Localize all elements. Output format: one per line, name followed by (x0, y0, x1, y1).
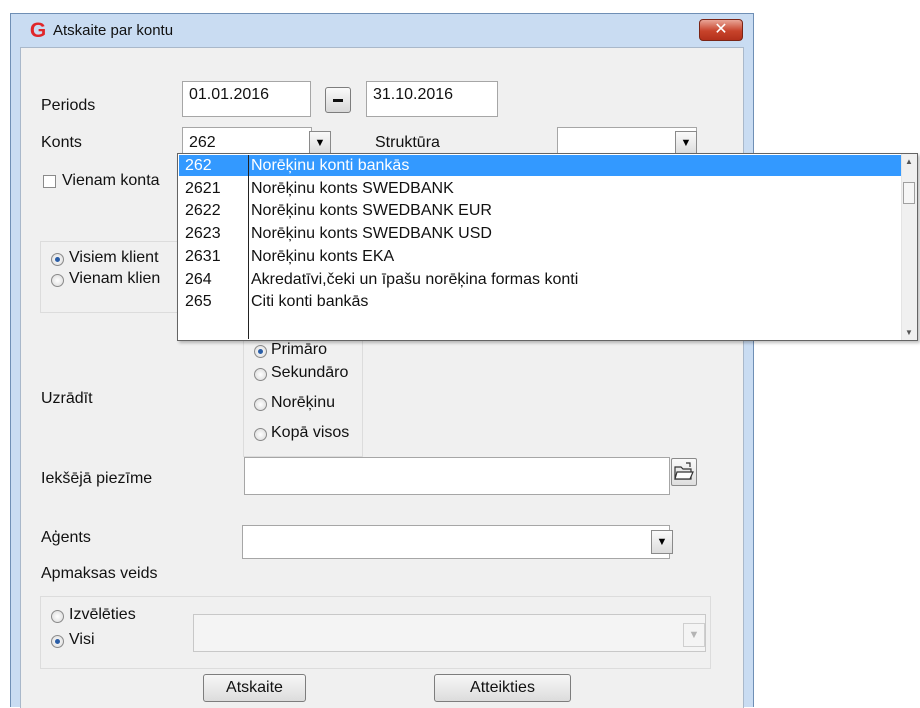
scroll-up-icon[interactable]: ▲ (905, 157, 913, 166)
all-payments-label: Visi (69, 631, 95, 648)
konts-dropdown-list[interactable]: 262 Norēķinu konti bankās 2621 Norēķinu kon… (177, 153, 918, 341)
account-name: Norēķinu konts SWEDBANK USD (251, 225, 492, 243)
account-name: Norēķinu konts SWEDBANK EUR (251, 202, 492, 220)
choose-payment-radio[interactable] (51, 610, 64, 623)
settlement-radio[interactable] (254, 398, 267, 411)
dash-icon (333, 99, 343, 102)
window-title: Atskaite par kontu (53, 22, 174, 39)
periods-label: Periods (41, 97, 96, 114)
account-name: Akredatīvi,čeki un īpašu norēķina formas… (251, 270, 579, 288)
vienam-kontam-checkbox[interactable] (43, 175, 56, 188)
scroll-thumb[interactable] (903, 182, 915, 204)
uzradit-label: Uzrādīt (41, 390, 93, 407)
title-bar[interactable]: G Atskaite par kontu ✕ (11, 14, 753, 46)
internal-note-label: Iekšējā piezīme (41, 470, 153, 487)
scroll-down-icon[interactable]: ▼ (905, 328, 913, 337)
account-code: 2623 (185, 225, 221, 243)
secondary-label: Sekundāro (271, 364, 349, 381)
account-code: 265 (185, 293, 212, 311)
account-code: 2631 (185, 247, 221, 265)
agent-label: Aģents (41, 529, 91, 546)
payment-type-dropdown-button[interactable]: ▼ (683, 623, 705, 647)
chevron-down-icon: ▼ (314, 137, 326, 149)
list-scrollbar[interactable]: ▲ ▼ (901, 154, 917, 340)
dropdown-list-item[interactable]: 2631 Norēķinu konts EKA (179, 246, 903, 267)
payment-type-label: Apmaksas veids (41, 565, 158, 582)
dropdown-list-item[interactable]: 262 Norēķinu konti bankās (179, 155, 903, 176)
column-separator (248, 155, 249, 339)
settlement-label: Norēķinu (271, 394, 336, 411)
all-clients-label: Visiem klient (69, 249, 159, 266)
browse-note-button[interactable] (671, 458, 697, 486)
date-range-button[interactable] (325, 87, 351, 113)
vienam-kontam-label: Vienam konta (62, 172, 160, 189)
close-button[interactable]: ✕ (699, 19, 743, 41)
report-dialog: G Atskaite par kontu ✕ Periods 01.01.201… (10, 13, 754, 708)
close-icon: ✕ (714, 21, 728, 38)
konts-dropdown-button[interactable]: ▼ (309, 131, 331, 155)
dropdown-list-item[interactable]: 265 Citi konti bankās (179, 291, 903, 312)
folder-open-icon (674, 462, 694, 480)
agent-select[interactable] (242, 525, 670, 559)
date-from-field[interactable]: 01.01.2016 (182, 81, 311, 117)
app-logo-icon: G (29, 19, 47, 42)
chevron-down-icon: ▼ (688, 629, 700, 641)
account-name: Norēķinu konti bankās (251, 157, 410, 174)
dropdown-list-item[interactable]: 264 Akredatīvi,čeki un īpašu norēķina for… (179, 269, 903, 290)
choose-payment-label: Izvēlēties (69, 606, 136, 623)
dropdown-list-item[interactable]: 2621 Norēķinu konts SWEDBANK (179, 178, 903, 199)
chevron-down-icon: ▼ (680, 137, 692, 149)
account-name: Citi konti bankās (251, 293, 369, 311)
internal-note-field[interactable] (244, 457, 670, 495)
chevron-down-icon: ▼ (656, 536, 668, 548)
date-to-field[interactable]: 31.10.2016 (366, 81, 498, 117)
total-radio[interactable] (254, 428, 267, 441)
one-client-label: Vienam klien (69, 270, 161, 287)
dialog-body: Periods 01.01.2016 31.10.2016 Konts 262 … (20, 47, 744, 708)
dropdown-list-item[interactable]: 2622 Norēķinu konts SWEDBANK EUR (179, 200, 903, 221)
struktura-dropdown-button[interactable]: ▼ (675, 131, 697, 155)
account-code: 262 (185, 157, 212, 174)
one-client-radio[interactable] (51, 274, 64, 287)
account-name: Norēķinu konts EKA (251, 247, 395, 265)
account-code: 264 (185, 270, 212, 288)
account-code: 2622 (185, 202, 221, 220)
struktura-label: Struktūra (375, 134, 440, 151)
agent-dropdown-button[interactable]: ▼ (651, 530, 673, 554)
all-payments-radio[interactable] (51, 635, 64, 648)
cancel-button[interactable]: Atteikties (434, 674, 571, 702)
secondary-radio[interactable] (254, 368, 267, 381)
all-clients-radio[interactable] (51, 253, 64, 266)
account-name: Norēķinu konts SWEDBANK (251, 179, 454, 197)
payment-type-select[interactable] (193, 614, 706, 652)
account-code: 2621 (185, 179, 221, 197)
konts-label: Konts (41, 134, 82, 151)
dropdown-list-item[interactable]: 2623 Norēķinu konts SWEDBANK USD (179, 223, 903, 244)
report-button[interactable]: Atskaite (203, 674, 306, 702)
total-label: Kopā visos (271, 424, 350, 441)
primary-label: Primāro (271, 341, 328, 358)
primary-radio[interactable] (254, 345, 267, 358)
